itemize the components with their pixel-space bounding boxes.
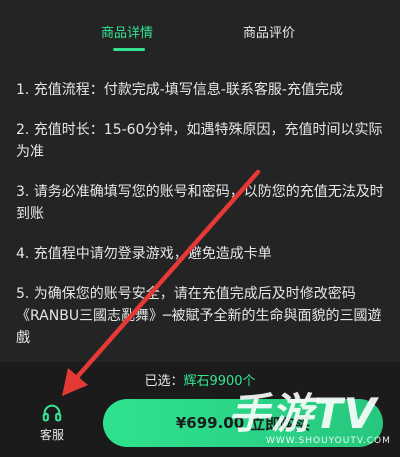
selected-prefix: 已选： [144,374,184,389]
active-tab-indicator [113,48,145,51]
detail-item: 5. 为确保您的账号安全，请在充值完成后及时修改密码《RANBU三國志亂舞》─被… [16,286,382,346]
buy-price: ¥699.00 [175,414,245,432]
detail-item: 1. 充值流程：付款完成-填写信息-联系客服-充值完成 [16,82,343,98]
headset-icon [42,404,62,422]
selected-value: 辉石9900个 [183,374,256,389]
purchase-bar: 已选：辉石9900个 客服 ¥699.00 立即购买 [0,362,400,457]
detail-item: 3. 请务必准确填写您的账号和密码，以防您的充值无法及时到账 [16,184,384,222]
buy-label: 立即购买 [250,414,311,433]
tab-bar: 商品详情 商品评价 [0,0,400,56]
tab-product-reviews[interactable]: 商品评价 [243,22,295,41]
customer-service-label: 客服 [39,428,64,442]
customer-service-button[interactable]: 客服 [24,402,80,443]
product-details: 1. 充值流程：付款完成-填写信息-联系客服-充值完成 2. 充值时长：15-6… [16,79,388,349]
tab-product-details[interactable]: 商品详情 [101,22,153,41]
detail-item: 2. 充值时长：15-60分钟，如遇特殊原因，充值时间以实际为准 [16,122,383,160]
buy-now-button[interactable]: ¥699.00 立即购买 [103,399,383,447]
selected-item: 已选：辉石9900个 [0,370,400,389]
detail-item: 4. 充值程中请勿登录游戏，避免造成卡单 [16,246,272,262]
